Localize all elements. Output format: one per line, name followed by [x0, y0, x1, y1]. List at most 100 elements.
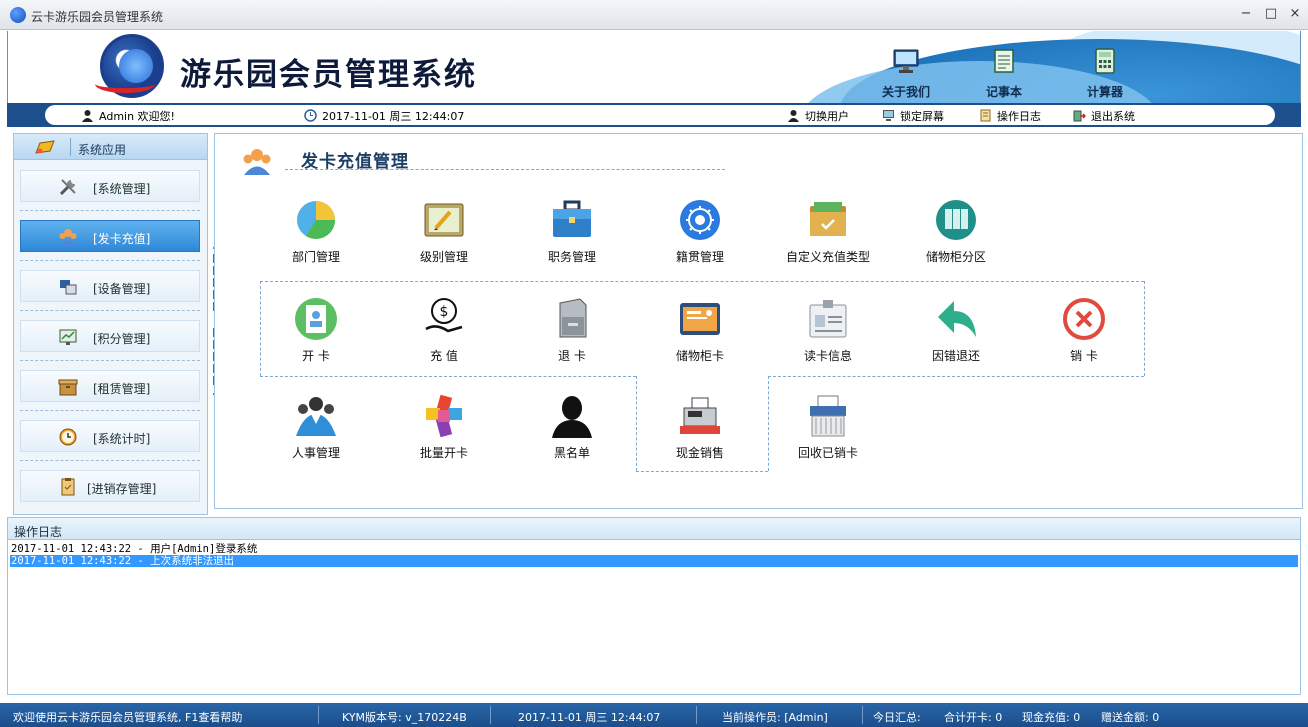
recharge-button[interactable]: $ 充 值	[389, 297, 499, 364]
undo-arrow-icon	[938, 301, 976, 337]
sidebar-divider	[20, 360, 200, 361]
switch-user-icon	[788, 110, 799, 122]
clock-icon	[304, 109, 317, 122]
window-titlebar: 云卡游乐园会员管理系统 − □ ×	[0, 0, 1308, 30]
locker-zone-button[interactable]: 储物柜分区	[901, 198, 1011, 265]
recharge-icon: $	[425, 298, 463, 333]
sidebar-item-label: [系统计时]	[93, 432, 151, 446]
open-card-button[interactable]: 开 卡	[261, 297, 371, 364]
cash-register-icon	[680, 397, 720, 434]
origin-management-button[interactable]: 籍贯管理	[645, 198, 755, 265]
content-panel: 发卡充值管理	[214, 133, 1303, 509]
switch-user-button[interactable]: 切换用户	[787, 108, 849, 124]
sidebar-item-points[interactable]: [积分管理]	[20, 320, 200, 352]
cancel-card-icon	[1063, 298, 1105, 340]
brand-logo-icon	[95, 34, 164, 98]
cash-sale-button[interactable]: 现金销售	[645, 394, 755, 461]
maximize-button[interactable]: □	[1261, 5, 1281, 23]
status-gift-amount: 赠送金额: 0	[1101, 711, 1160, 724]
folder-check-icon	[810, 202, 846, 236]
pencil-icon	[35, 140, 55, 154]
sidebar-item-card-recharge[interactable]: [发卡充值]	[20, 220, 200, 252]
function-label: 销 卡	[1070, 349, 1098, 363]
status-open-total: 合计开卡: 0	[944, 711, 1003, 724]
department-management-button[interactable]: 部门管理	[261, 198, 371, 265]
operation-log-button[interactable]: 操作日志	[979, 108, 1041, 124]
exit-system-button[interactable]: 退出系统	[1073, 108, 1135, 124]
calculator-icon	[1095, 48, 1115, 74]
notepad-icon	[994, 49, 1014, 73]
personnel-management-button[interactable]: 人事管理	[261, 394, 371, 461]
users-group-icon	[243, 149, 271, 175]
batch-open-card-button[interactable]: 批量开卡	[389, 394, 499, 461]
about-us-button[interactable]: 关于我们	[874, 47, 938, 100]
function-label: 现金销售	[675, 446, 724, 460]
sidebar-item-label: [系统管理]	[93, 182, 151, 196]
function-label: 充 值	[430, 349, 458, 363]
locker-card-button[interactable]: 储物柜卡	[645, 297, 755, 364]
status-version: KYM版本号: v_170224B	[342, 711, 467, 724]
function-label: 读卡信息	[803, 349, 852, 363]
sidebar-divider	[20, 410, 200, 411]
welcome-label: Admin 欢迎您!	[99, 110, 175, 123]
notepad-label: 记事本	[985, 85, 1022, 99]
position-management-button[interactable]: 职务管理	[517, 198, 627, 265]
switch-user-label: 切换用户	[805, 110, 849, 123]
points-icon	[59, 329, 77, 345]
level-management-button[interactable]: 级别管理	[389, 198, 499, 265]
function-label: 储物柜分区	[925, 250, 986, 264]
lock-screen-icon	[883, 110, 894, 121]
cancel-card-button[interactable]: 销 卡	[1029, 297, 1139, 364]
app-logo-icon	[10, 7, 26, 23]
function-label: 黑名单	[553, 446, 590, 460]
recycle-cancelled-card-button[interactable]: 回收已销卡	[773, 394, 883, 461]
log-entry-selected[interactable]: 2017-11-01 12:43:22 - 上次系统非法退出	[10, 555, 1298, 567]
sidebar-item-timing[interactable]: [系统计时]	[20, 420, 200, 452]
lock-screen-button[interactable]: 锁定屏幕	[882, 108, 944, 124]
sidebar-item-device[interactable]: [设备管理]	[20, 270, 200, 302]
sidebar-item-label: [发卡充值]	[93, 232, 151, 246]
blacklist-icon	[552, 396, 592, 438]
welcome-text: Admin 欢迎您!	[81, 108, 175, 124]
read-card-info-button[interactable]: 读卡信息	[773, 297, 883, 364]
blacklist-button[interactable]: 黑名单	[517, 394, 627, 461]
sidebar-divider	[20, 210, 200, 211]
status-datetime: 2017-11-01 周三 12:44:07	[518, 711, 661, 724]
datetime-label: 2017-11-01 周三 12:44:07	[322, 110, 465, 123]
refund-card-icon	[559, 298, 587, 338]
sidebar-item-rental[interactable]: [租赁管理]	[20, 370, 200, 402]
log-title: 操作日志	[8, 518, 1300, 540]
sidebar-divider	[20, 310, 200, 311]
status-welcome: 欢迎使用云卡游乐园会员管理系统, F1查看帮助	[13, 711, 243, 724]
locker-card-icon	[680, 303, 720, 335]
log-entry[interactable]: 2017-11-01 12:43:22 - 用户[Admin]登录系统	[10, 543, 1298, 555]
locker-zone-icon	[936, 200, 976, 240]
sidebar-item-system[interactable]: [系统管理]	[20, 170, 200, 202]
function-label: 职务管理	[547, 250, 596, 264]
function-label: 回收已销卡	[797, 446, 858, 460]
devices-icon	[60, 280, 77, 295]
operation-log-panel: 操作日志 2017-11-01 12:43:22 - 用户[Admin]登录系统…	[7, 517, 1301, 695]
function-label: 开 卡	[302, 349, 330, 363]
minimize-button[interactable]: −	[1236, 5, 1256, 23]
function-label: 批量开卡	[419, 446, 468, 460]
notepad-button[interactable]: 记事本	[972, 47, 1036, 100]
custom-recharge-type-button[interactable]: 自定义充值类型	[773, 198, 883, 265]
log-icon	[980, 109, 991, 122]
box-icon	[58, 379, 78, 396]
refund-card-button[interactable]: 退 卡	[517, 297, 627, 364]
status-bar: 欢迎使用云卡游乐园会员管理系统, F1查看帮助 KYM版本号: v_170224…	[0, 703, 1308, 727]
function-label: 级别管理	[419, 250, 468, 264]
sidebar-item-label: [进销存管理]	[87, 482, 157, 496]
function-label: 因错退还	[931, 349, 980, 363]
close-button[interactable]: ×	[1285, 5, 1305, 23]
briefcase-icon	[553, 200, 591, 237]
brand-title: 游乐园会员管理系统	[180, 57, 477, 93]
sidebar-item-label: [租赁管理]	[93, 382, 151, 396]
calculator-button[interactable]: 计算器	[1073, 47, 1137, 100]
error-refund-button[interactable]: 因错退还	[901, 297, 1011, 364]
function-label: 部门管理	[291, 250, 340, 264]
user-icon	[82, 110, 93, 122]
users-icon	[59, 229, 77, 246]
sidebar-item-inventory[interactable]: [进销存管理]	[20, 470, 200, 502]
